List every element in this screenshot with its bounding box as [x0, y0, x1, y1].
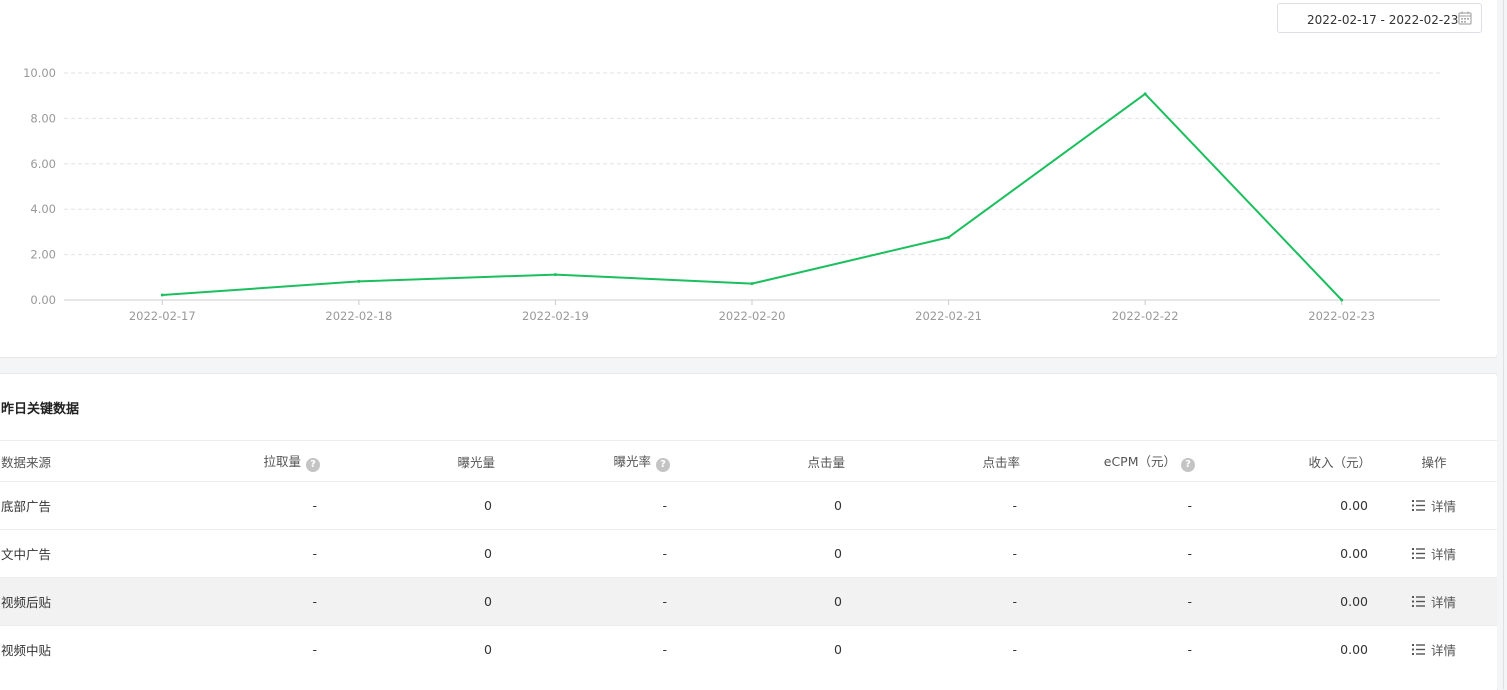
- cell-ecpm: -: [1020, 625, 1195, 673]
- cell-action: 详情: [1371, 529, 1497, 578]
- cell-source: 视频后贴: [0, 577, 140, 626]
- list-icon: [1411, 548, 1425, 559]
- header-ctr: 点击率: [845, 440, 1020, 482]
- cell-impressions: 0: [320, 577, 495, 626]
- key-data-table: 数据来源 拉取量? 曝光量 曝光率? 点击量 点击率 eCPM（元）? 收入（元…: [0, 440, 1497, 673]
- cell-imp-rate: -: [495, 625, 670, 673]
- cell-source: 底部广告: [0, 481, 140, 530]
- x-tick-label: 2022-02-22: [1112, 309, 1179, 323]
- header-imp-rate: 曝光率?: [495, 440, 670, 482]
- detail-label: 详情: [1430, 643, 1456, 658]
- detail-label: 详情: [1430, 547, 1456, 562]
- help-icon[interactable]: ?: [1181, 457, 1195, 472]
- x-tick-label: 2022-02-19: [522, 309, 589, 323]
- data-point: [357, 279, 361, 283]
- key-data-card: 昨日关键数据 数据来源 拉取量? 曝光量 曝光率? 点击量 点击率 eCPM（元…: [0, 373, 1498, 690]
- y-tick-label: 6.00: [30, 157, 56, 171]
- table-row: 底部广告 -0-0- -0.00 详情: [0, 481, 1497, 530]
- header-source: 数据来源: [0, 440, 140, 482]
- table-header-row: 数据来源 拉取量? 曝光量 曝光率? 点击量 点击率 eCPM（元）? 收入（元…: [0, 440, 1497, 482]
- y-tick-label: 8.00: [30, 111, 56, 125]
- cell-ctr: -: [845, 577, 1020, 626]
- y-tick-label: 0.00: [30, 293, 56, 307]
- list-icon: [1411, 644, 1425, 655]
- y-tick-label: 4.00: [30, 202, 56, 216]
- header-impressions: 曝光量: [320, 440, 495, 482]
- x-tick-label: 2022-02-23: [1308, 309, 1375, 323]
- detail-button[interactable]: 详情: [1411, 592, 1456, 611]
- cell-action: 详情: [1371, 481, 1497, 530]
- cell-ctr: -: [845, 625, 1020, 673]
- cell-clicks: 0: [670, 577, 845, 626]
- table-row: 视频后贴 -0-0- -0.00 详情: [0, 577, 1497, 626]
- trend-line-chart: 0.00 2.00 4.00 6.00 8.00 10.00 2022-02-17 2022-…: [23, 66, 1440, 323]
- detail-button[interactable]: 详情: [1411, 544, 1456, 563]
- detail-label: 详情: [1430, 595, 1456, 610]
- list-icon: [1411, 596, 1425, 607]
- cell-pull: -: [140, 625, 320, 673]
- x-tick-label: 2022-02-18: [325, 309, 392, 323]
- cell-ecpm: -: [1020, 529, 1195, 578]
- table-row: 视频中贴 -0-0- -0.00 详情: [0, 625, 1497, 673]
- data-point: [1143, 92, 1147, 96]
- cell-ecpm: -: [1020, 577, 1195, 626]
- cell-imp-rate: -: [495, 577, 670, 626]
- cell-action: 详情: [1371, 577, 1497, 626]
- data-point: [750, 282, 754, 286]
- cell-ctr: -: [845, 529, 1020, 578]
- cell-pull: -: [140, 481, 320, 530]
- section-title: 昨日关键数据: [1, 402, 80, 417]
- cell-revenue: 0.00: [1195, 529, 1371, 578]
- help-icon[interactable]: ?: [306, 457, 320, 472]
- list-icon: [1411, 500, 1425, 511]
- cell-imp-rate: -: [495, 529, 670, 578]
- data-point: [553, 273, 557, 277]
- cell-clicks: 0: [670, 529, 845, 578]
- cell-imp-rate: -: [495, 481, 670, 530]
- table-row: 文中广告 -0-0- -0.00 详情: [0, 529, 1497, 578]
- date-range-text: 2022-02-17 - 2022-02-23: [1307, 13, 1459, 27]
- cell-revenue: 0.00: [1195, 577, 1371, 626]
- cell-pull: -: [140, 529, 320, 578]
- x-tick-label: 2022-02-21: [915, 309, 982, 323]
- cell-clicks: 0: [670, 481, 845, 530]
- cell-impressions: 0: [320, 529, 495, 578]
- trend-chart-card: 2022-02-17 - 2022-02-23 0.00 2.00 4.00 6.00…: [0, 0, 1498, 358]
- cell-clicks: 0: [670, 625, 845, 673]
- data-point: [947, 235, 951, 239]
- cell-ecpm: -: [1020, 481, 1195, 530]
- detail-button[interactable]: 详情: [1411, 496, 1456, 515]
- cell-action: 详情: [1371, 625, 1497, 673]
- y-tick-label: 2.00: [30, 248, 56, 262]
- header-ecpm: eCPM（元）?: [1020, 440, 1195, 482]
- date-range-picker[interactable]: 2022-02-17 - 2022-02-23: [1277, 3, 1482, 33]
- data-point: [160, 293, 164, 297]
- cell-ctr: -: [845, 481, 1020, 530]
- data-point: [1340, 298, 1344, 302]
- calendar-icon: [1458, 11, 1472, 25]
- cell-source: 文中广告: [0, 529, 140, 578]
- cell-impressions: 0: [320, 625, 495, 673]
- series-line: [162, 92, 1343, 301]
- detail-button[interactable]: 详情: [1411, 640, 1456, 659]
- header-clicks: 点击量: [670, 440, 845, 482]
- header-revenue: 收入（元）: [1195, 440, 1371, 482]
- x-tick-label: 2022-02-17: [129, 309, 196, 323]
- scrollbar-edge: [1503, 0, 1504, 689]
- cell-source: 视频中贴: [0, 625, 140, 673]
- cell-revenue: 0.00: [1195, 625, 1371, 673]
- cell-revenue: 0.00: [1195, 481, 1371, 530]
- cell-pull: -: [140, 577, 320, 626]
- x-tick-label: 2022-02-20: [719, 309, 786, 323]
- detail-label: 详情: [1430, 499, 1456, 514]
- y-tick-label: 10.00: [23, 66, 56, 80]
- header-action: 操作: [1371, 440, 1497, 482]
- scrollbar[interactable]: [1497, 0, 1507, 689]
- cell-impressions: 0: [320, 481, 495, 530]
- help-icon[interactable]: ?: [656, 457, 670, 472]
- header-pull: 拉取量?: [140, 440, 320, 482]
